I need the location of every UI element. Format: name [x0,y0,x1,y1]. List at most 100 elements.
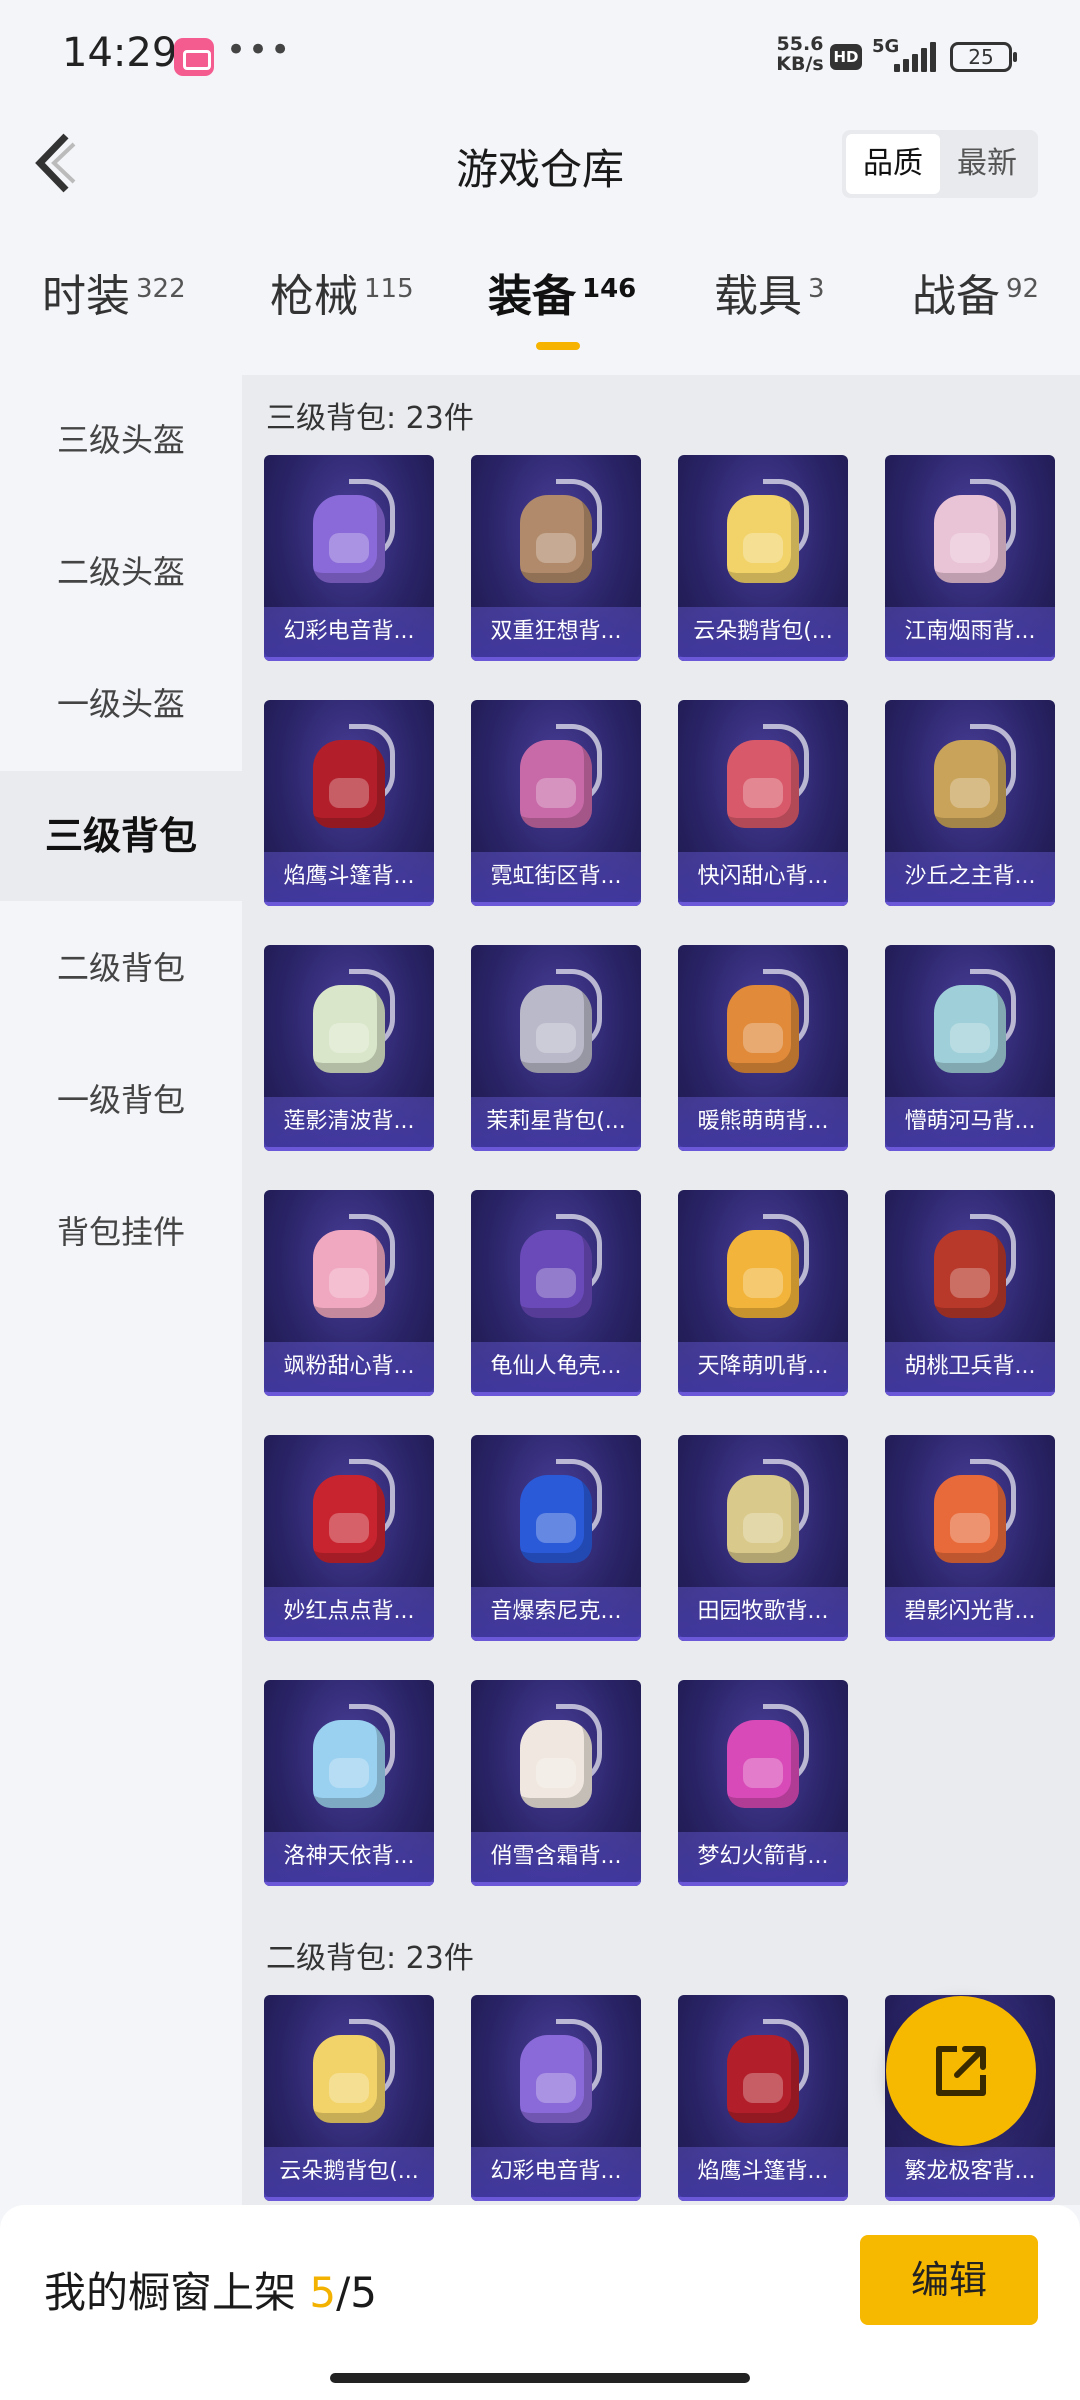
sidebar-item-level1-helmet[interactable]: 一级头盔 [0,639,242,769]
backpack-card[interactable]: 云朵鹅背包(... [264,1995,434,2201]
backpack-icon [299,965,399,1083]
backpack-name: 沙丘之主背... [885,852,1055,902]
backpack-name: 龟仙人龟壳... [471,1342,641,1392]
backpack-card[interactable]: 沙丘之主背... [885,700,1055,906]
backpack-card[interactable]: 幻彩电音背... [471,1995,641,2201]
home-indicator[interactable] [330,2373,750,2383]
backpack-card[interactable]: 胡桃卫兵背... [885,1190,1055,1396]
share-button[interactable] [886,1996,1036,2146]
network-speed: 55.6 KB/s [772,34,828,74]
backpack-name: 快闪甜心背... [678,852,848,902]
showcase-count-current: 5 [309,2268,337,2317]
backpack-name: 幻彩电音背... [471,2147,641,2197]
sidebar-item-level2-helmet[interactable]: 二级头盔 [0,507,242,637]
backpack-card[interactable]: 洛神天依背... [264,1680,434,1886]
backpack-icon [506,475,606,593]
hd-icon: HD [830,44,862,70]
tab-vehicles[interactable]: 载具 3 [714,260,825,324]
backpack-card[interactable]: 天降萌叽背... [678,1190,848,1396]
sidebar-item-level2-backpack[interactable]: 二级背包 [0,903,242,1033]
backpack-icon [713,1700,813,1818]
backpack-name: 双重狂想背... [471,607,641,657]
edit-button[interactable]: 编辑 [860,2235,1038,2325]
backpack-icon [506,1210,606,1328]
bottom-bar: 我的橱窗上架 5/5 编辑 [0,2205,1080,2400]
backpack-card[interactable]: 飒粉甜心背... [264,1190,434,1396]
backpack-name: 霓虹街区背... [471,852,641,902]
backpack-card[interactable]: 田园牧歌背... [678,1435,848,1641]
status-bar: 14:29 ••• 55.6 KB/s HD 5G 25 [0,0,1080,120]
backpack-card[interactable]: 暖熊萌萌背... [678,945,848,1151]
status-time: 14:29 [62,30,178,76]
backpack-name: 繁龙极客背... [885,2147,1055,2197]
backpack-icon [920,720,1020,838]
backpack-card[interactable]: 莲影清波背... [264,945,434,1151]
section-title: 二级背包: 23件 [266,1941,474,1976]
tab-equipment[interactable]: 装备 146 [488,260,636,324]
backpack-icon [920,475,1020,593]
backpack-name: 云朵鹅背包(... [264,2147,434,2197]
backpack-icon [713,475,813,593]
more-notifications-icon: ••• [226,30,293,70]
backpack-card[interactable]: 妙红点点背... [264,1435,434,1641]
backpack-card[interactable]: 云朵鹅背包(... [678,455,848,661]
backpack-icon [920,1210,1020,1328]
backpack-card[interactable]: 江南烟雨背... [885,455,1055,661]
backpack-name: 碧影闪光背... [885,1587,1055,1637]
backpack-icon [920,1455,1020,1573]
backpack-icon [506,1455,606,1573]
backpack-card[interactable]: 俏雪含霜背... [471,1680,641,1886]
backpack-icon [506,720,606,838]
backpack-name: 懵萌河马背... [885,1097,1055,1147]
showcase-label: 我的橱窗上架 [44,2268,297,2317]
tab-count: 115 [364,274,414,304]
backpack-icon [713,965,813,1083]
tab-count: 146 [582,274,637,304]
backpack-icon [299,1700,399,1818]
backpack-card[interactable]: 茉莉星背包(... [471,945,641,1151]
backpack-icon [299,475,399,593]
backpack-card[interactable]: 霓虹街区背... [471,700,641,906]
showcase-count-total: /5 [336,2268,377,2317]
network-speed-value: 55.6 [776,33,824,55]
tab-battle-gear[interactable]: 战备 92 [912,260,1039,324]
backpack-card[interactable]: 音爆索尼克... [471,1435,641,1641]
backpack-name: 幻彩电音背... [264,607,434,657]
item-grid: 三级背包: 23件 二级背包: 23件 幻彩电音背... 双重狂想背... 云朵鹅背… [242,375,1080,2205]
backpack-card[interactable]: 梦幻火箭背... [678,1680,848,1886]
sidebar-item-backpack-charms[interactable]: 背包挂件 [0,1167,242,1297]
backpack-card[interactable]: 懵萌河马背... [885,945,1055,1151]
sort-newest-button[interactable]: 最新 [940,134,1034,194]
backpack-icon [299,720,399,838]
sidebar: 三级头盔 二级头盔 一级头盔 三级背包 二级背包 一级背包 背包挂件 [0,375,242,2205]
share-icon [936,2046,986,2096]
sidebar-item-level3-helmet[interactable]: 三级头盔 [0,375,242,505]
backpack-icon [299,2015,399,2133]
backpack-card[interactable]: 快闪甜心背... [678,700,848,906]
backpack-name: 音爆索尼克... [471,1587,641,1637]
sidebar-item-level3-backpack[interactable]: 三级背包 [0,771,242,901]
backpack-name: 飒粉甜心背... [264,1342,434,1392]
backpack-card[interactable]: 焰鹰斗篷背... [264,700,434,906]
backpack-card[interactable]: 双重狂想背... [471,455,641,661]
backpack-name: 田园牧歌背... [678,1587,848,1637]
tab-label: 装备 [488,271,576,322]
backpack-card[interactable]: 龟仙人龟壳... [471,1190,641,1396]
backpack-card[interactable]: 焰鹰斗篷背... [678,1995,848,2201]
backpack-icon [506,1700,606,1818]
sort-quality-button[interactable]: 品质 [846,134,940,194]
backpack-name: 茉莉星背包(... [471,1097,641,1147]
tab-firearms[interactable]: 枪械 115 [270,260,414,324]
backpack-name: 莲影清波背... [264,1097,434,1147]
backpack-card[interactable]: 碧影闪光背... [885,1435,1055,1641]
backpack-card[interactable]: 幻彩电音背... [264,455,434,661]
backpack-name: 洛神天依背... [264,1832,434,1882]
active-tab-indicator [536,342,580,350]
signal-icon [894,42,938,72]
tab-fashion[interactable]: 时装 322 [42,260,186,324]
sidebar-item-level1-backpack[interactable]: 一级背包 [0,1035,242,1165]
tab-count: 92 [1006,274,1040,304]
backpack-icon [713,1455,813,1573]
app-notification-icon [174,38,214,76]
sort-toggle: 品质 最新 [842,130,1038,198]
